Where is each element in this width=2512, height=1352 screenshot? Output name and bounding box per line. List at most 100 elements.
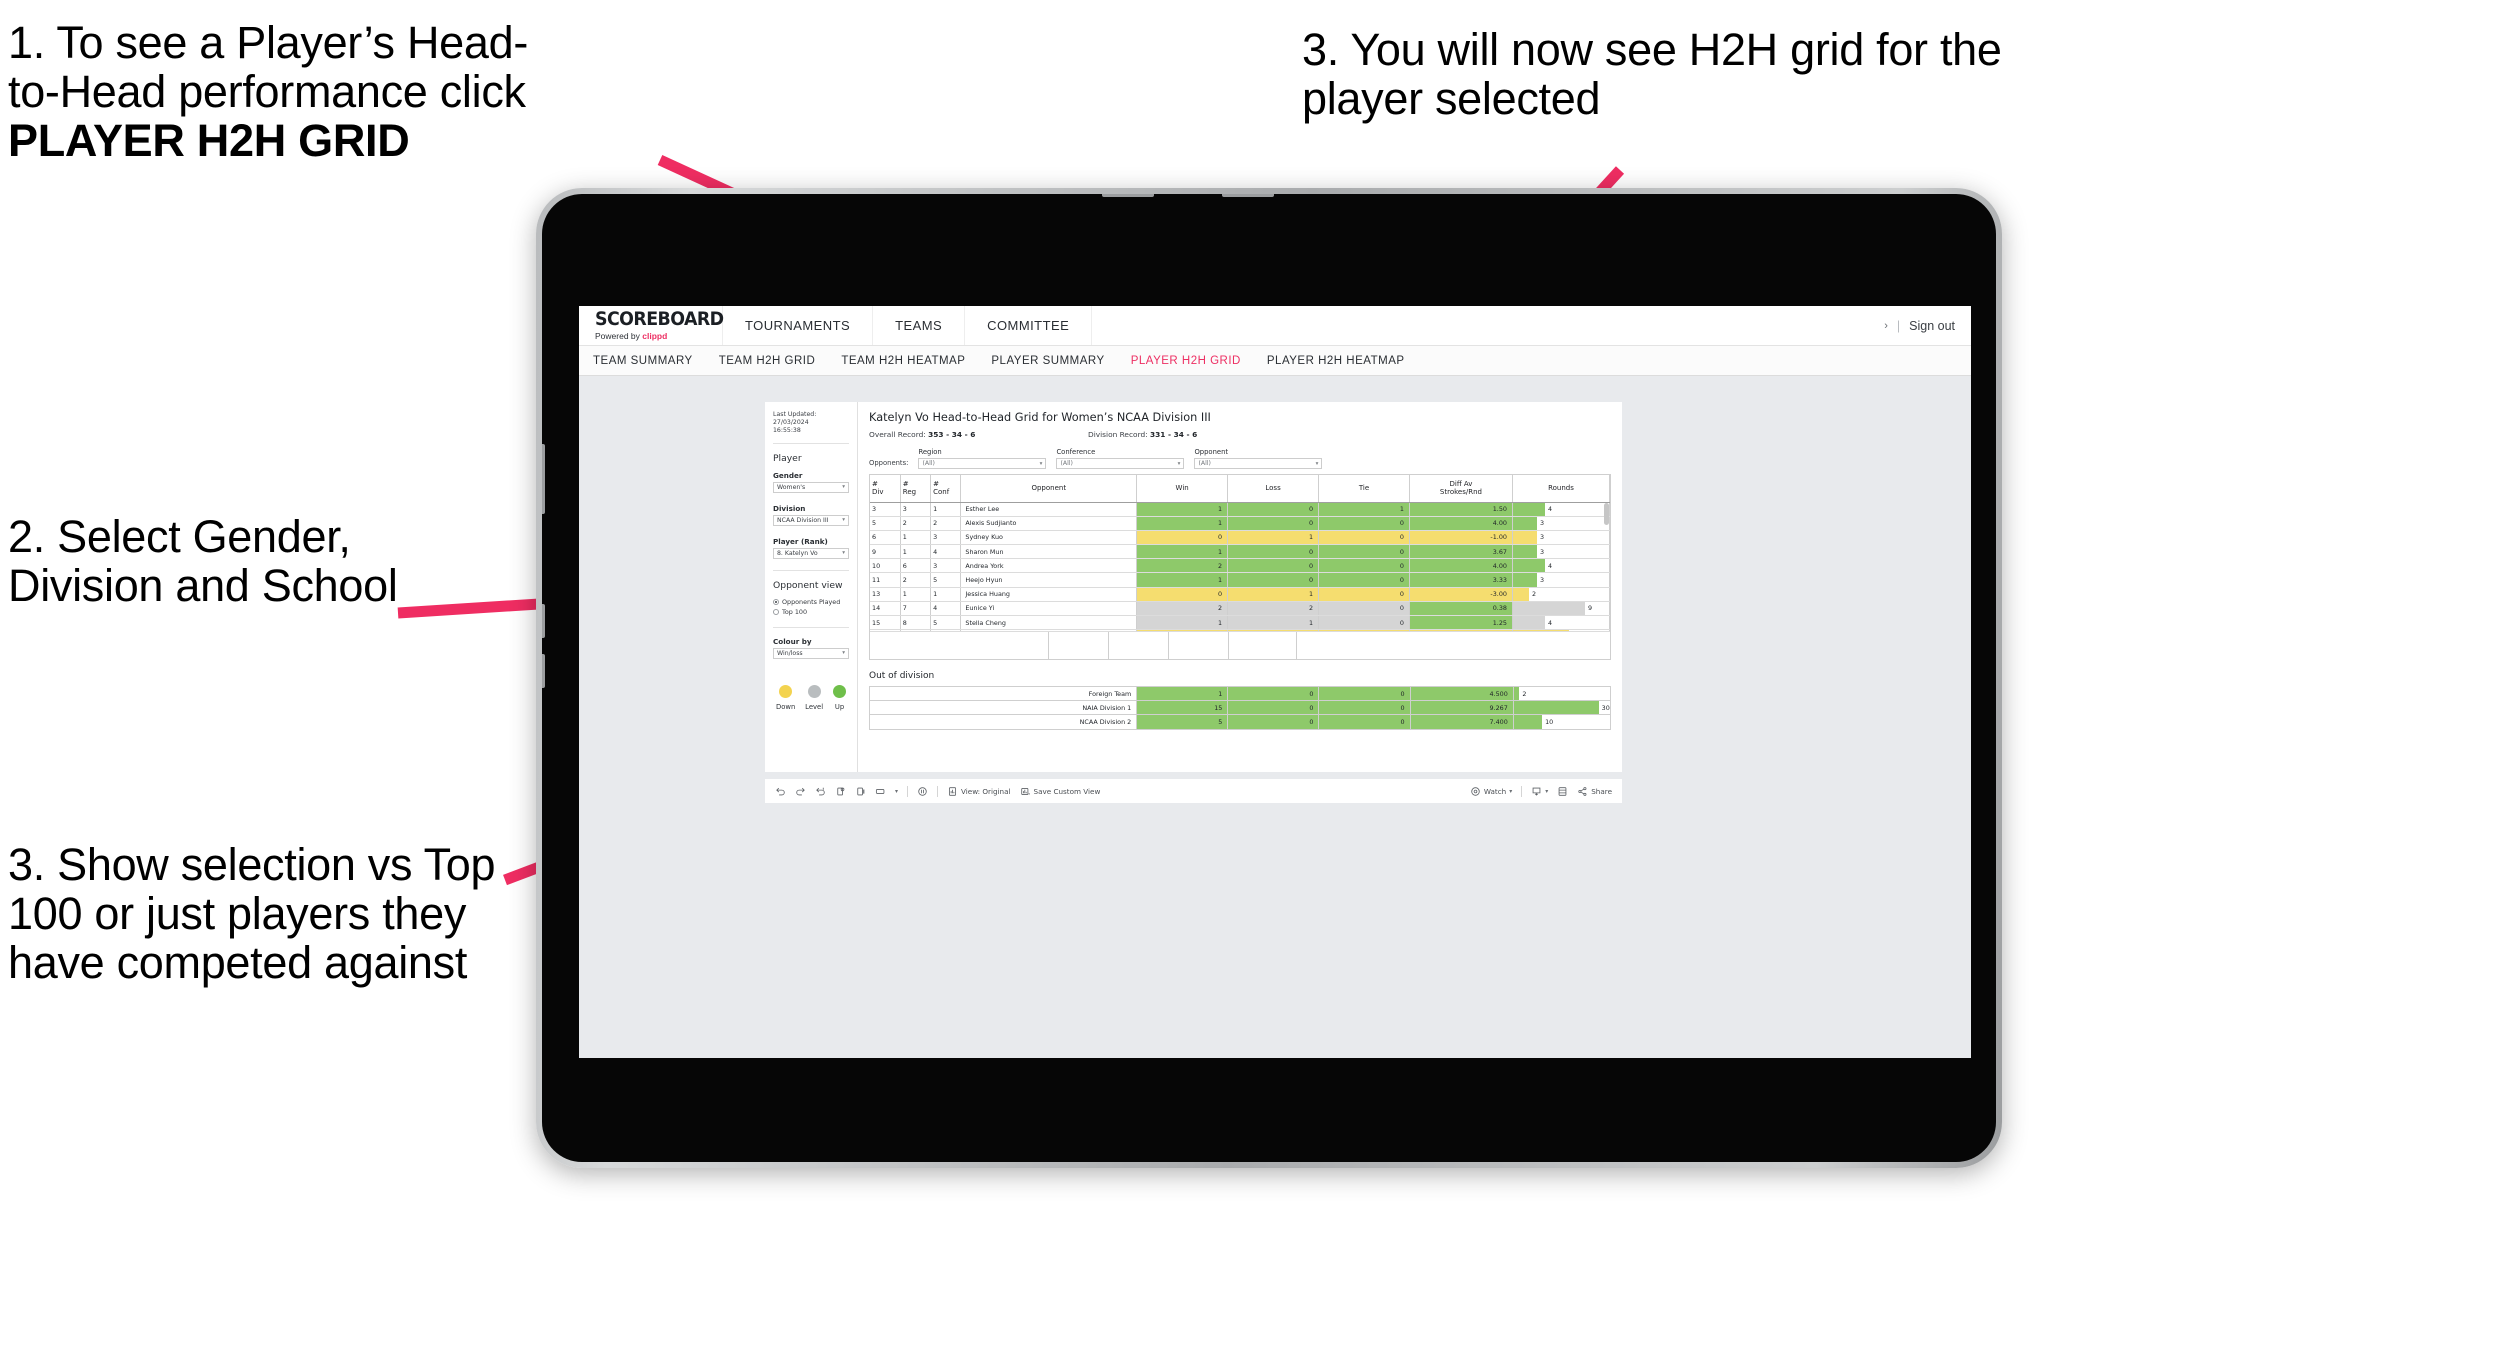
cell-div: 13 <box>870 587 901 602</box>
rounds-value: 3 <box>1539 533 1545 542</box>
legend-item-up: Up <box>833 684 846 711</box>
view-original-button[interactable]: View: Original <box>947 786 1011 797</box>
undo-icon[interactable] <box>775 786 786 797</box>
rounds-bar-cell: 4 <box>1512 558 1610 574</box>
last-updated-time: 16:55:38 <box>773 427 801 435</box>
nav-item-tournaments[interactable]: TOURNAMENTS <box>723 306 874 345</box>
h2h-table-scrollbar[interactable] <box>1604 503 1609 525</box>
conference-select[interactable]: (All) ▾ <box>1056 458 1185 469</box>
cell-reg: 1 <box>900 544 932 560</box>
rounds-bar-cell: 3 <box>1512 516 1610 531</box>
table-row[interactable]: 5 2 2 Alexis Sudjianto 1 0 0 4.00 3 <box>870 516 1610 531</box>
blank-separator-4 <box>1228 632 1229 659</box>
brand-tagline: Powered by clippd <box>595 331 722 341</box>
share-button[interactable]: Share <box>1577 786 1612 797</box>
rounds-value: 3 <box>1539 547 1545 556</box>
page-title: Katelyn Vo Head-to-Head Grid for Women’s… <box>869 411 1211 424</box>
player-rank-select[interactable]: 8. Katelyn Vo ▾ <box>773 547 849 559</box>
h2h-table-container[interactable]: # Div # Reg # Conf Opponent Win Loss Tie Di… <box>869 474 1611 660</box>
rounds-bar-fill <box>1513 715 1543 729</box>
cell-diff-av-strokes: 9.267 <box>1410 700 1514 716</box>
header-diff-line1: Diff Av <box>1449 480 1473 489</box>
download-button[interactable]: ▾ <box>1531 786 1548 797</box>
table-row[interactable]: 13 1 1 Jessica Huang 0 1 0 -3.00 2 <box>870 587 1610 602</box>
refresh-data-icon[interactable] <box>835 786 846 797</box>
rounds-value: 4 <box>1547 505 1553 514</box>
nav-item-teams[interactable]: TEAMS <box>873 306 966 345</box>
tab-team-h2h-heatmap[interactable]: TEAM H2H HEATMAP <box>841 355 965 367</box>
table-row[interactable]: 11 2 5 Heejo Hyun 1 0 0 3.33 3 <box>870 572 1610 588</box>
division-record-value: 331 - 34 - 6 <box>1150 430 1198 439</box>
user-menu-caret-icon[interactable]: › <box>1884 320 1888 332</box>
legend-item-down: Down <box>776 684 795 711</box>
sign-out-link[interactable]: Sign out <box>1909 319 1955 333</box>
table-row[interactable]: 9 1 4 Sharon Mun 1 0 0 3.67 3 <box>870 544 1610 560</box>
region-select[interactable]: (All) ▾ <box>918 458 1047 469</box>
table-row[interactable]: 15 8 5 Stella Cheng 1 1 0 1.25 4 <box>870 615 1610 631</box>
tab-team-h2h-grid[interactable]: TEAM H2H GRID <box>719 355 816 367</box>
overall-record-value: 353 - 34 - 6 <box>928 430 976 439</box>
tab-player-summary[interactable]: PLAYER SUMMARY <box>991 355 1104 367</box>
cell-opponent: Sydney Kuo <box>960 530 1138 546</box>
save-view-icon <box>1020 786 1031 797</box>
watch-label: Watch <box>1483 786 1507 796</box>
tab-team-summary[interactable]: TEAM SUMMARY <box>593 355 693 367</box>
rounds-bar: 9 <box>1512 601 1609 615</box>
cell-loss: 0 <box>1227 686 1320 702</box>
save-custom-view-button[interactable]: Save Custom View <box>1020 786 1100 797</box>
cell-loss: 0 <box>1227 544 1320 560</box>
tab-player-h2h-grid[interactable]: PLAYER H2H GRID <box>1131 355 1241 367</box>
device-top-button-2 <box>1222 194 1274 197</box>
device-layout-icon[interactable] <box>875 786 886 797</box>
pause-auto-update-icon[interactable] <box>917 786 928 797</box>
table-row[interactable]: 14 7 4 Eunice Yi 2 2 0 0.38 9 <box>870 601 1610 617</box>
tab-player-h2h-heatmap[interactable]: PLAYER H2H HEATMAP <box>1267 355 1405 367</box>
h2h-table-head: # Div # Reg # Conf Opponent Win Loss Tie Di… <box>870 475 1610 503</box>
gender-select[interactable]: Women's ▾ <box>773 481 849 493</box>
out-of-division-row[interactable]: Foreign Team 1 0 0 4.500 2 <box>869 686 1612 702</box>
view-icon <box>947 786 958 797</box>
opponent-filters: Opponents: Region (All) ▾ Conference (Al… <box>869 448 1611 469</box>
rounds-bar: 4 <box>1512 616 1609 630</box>
annotation-1-bold: PLAYER H2H GRID <box>8 115 410 167</box>
out-of-division-row[interactable]: NCAA Division 2 5 0 0 7.400 10 <box>869 714 1612 730</box>
table-row[interactable]: 10 6 3 Andrea York 2 0 0 4.00 4 <box>870 558 1610 574</box>
revert-icon[interactable] <box>815 786 826 797</box>
download-caret-icon: ▾ <box>1545 787 1549 795</box>
radio-top-100[interactable]: Top 100 <box>773 608 849 616</box>
overall-record-label: Overall Record: <box>869 430 929 439</box>
colour-by-select[interactable]: Win/loss ▾ <box>773 647 849 659</box>
rounds-value: 9 <box>1587 604 1593 613</box>
cell-div: 10 <box>870 558 901 574</box>
cell-tie: 0 <box>1318 544 1410 560</box>
chevron-down-icon: ▾ <box>1315 460 1319 467</box>
header-win: Win <box>1136 475 1229 503</box>
cell-div: 3 <box>870 502 901 517</box>
opponent-view-heading: Opponent view <box>773 579 843 591</box>
radio-top-100-label: Top 100 <box>782 607 808 616</box>
brand-logo[interactable]: SCOREBOARD Powered by clippd <box>579 306 724 345</box>
rounds-bar-cell: 3 <box>1512 572 1610 588</box>
table-row[interactable]: 3 3 1 Esther Lee 1 0 1 1.50 4 <box>870 502 1610 517</box>
rounds-value: 3 <box>1539 519 1545 528</box>
table-row[interactable]: 6 1 3 Sydney Kuo 0 1 0 -1.00 3 <box>870 530 1610 546</box>
radio-opponents-played[interactable]: Opponents Played <box>773 598 849 606</box>
division-select[interactable]: NCAA Division III ▾ <box>773 514 849 526</box>
annotation-step-3: 3. Show selection vs Top 100 or just pla… <box>8 839 496 989</box>
device-layout-caret-icon[interactable]: ▾ <box>895 788 898 795</box>
rounds-value: 4 <box>1547 561 1553 570</box>
legend-label-up: Up <box>834 702 845 711</box>
watch-button[interactable]: Watch ▾ <box>1470 786 1512 797</box>
rounds-value: 2 <box>1531 590 1537 599</box>
last-updated-date: Last Updated: 27/03/2024 <box>773 411 817 427</box>
h2h-header-row: # Div # Reg # Conf Opponent Win Loss Tie Di… <box>870 475 1610 503</box>
out-of-division-row[interactable]: NAIA Division 1 15 0 0 9.267 30 <box>869 700 1612 716</box>
pause-updates-icon[interactable] <box>855 786 866 797</box>
out-of-division-title: Out of division <box>869 671 935 681</box>
redo-icon[interactable] <box>795 786 806 797</box>
rounds-value: 2 <box>1522 689 1527 698</box>
opponent-select[interactable]: (All) ▾ <box>1194 458 1323 469</box>
rounds-bar-fill <box>1512 545 1537 559</box>
nav-item-committee[interactable]: COMMITTEE <box>965 306 1093 345</box>
fullscreen-icon[interactable] <box>1557 786 1568 797</box>
